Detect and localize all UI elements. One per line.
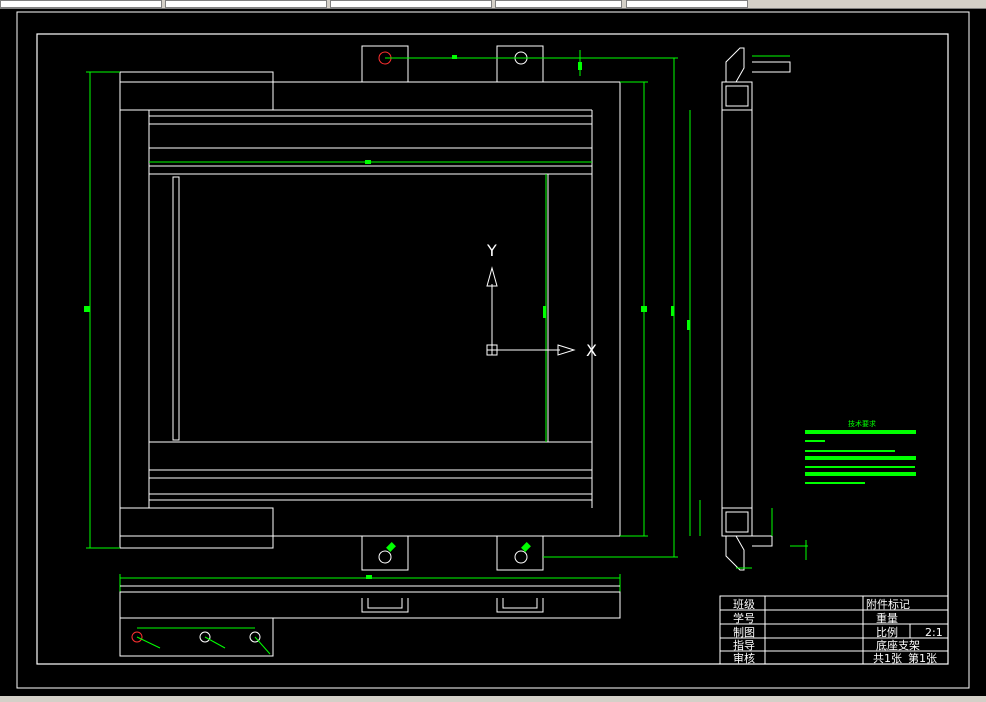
ucs-x-label: X <box>586 341 597 360</box>
toolbar-field-4[interactable] <box>495 0 622 8</box>
bottom-lug-left <box>361 535 409 571</box>
toolbar-field-1[interactable] <box>0 0 162 8</box>
title-block-row2-right: 重量 <box>876 611 898 625</box>
title-block-row1-left: 班级 <box>733 598 755 611</box>
title-block-row3-right: 比例 <box>876 625 898 639</box>
title-block-row5-left: 审核 <box>733 651 755 665</box>
side-view-dimensions <box>736 55 808 569</box>
title-block-sheet-number: 第1张 <box>908 651 937 665</box>
mounting-holes <box>378 51 528 564</box>
cad-drawing-canvas[interactable]: Y X 技术要求 班级 学号 制图 指导 审核 附件标记 重量 比例 2:1 底… <box>0 8 986 696</box>
inner-slot <box>172 176 180 441</box>
ucs-icon <box>486 266 576 356</box>
toolbar-field-3[interactable] <box>330 0 492 8</box>
toolbar-field-2[interactable] <box>165 0 327 8</box>
status-strip <box>0 696 986 702</box>
title-block-row1-right: 附件标记 <box>866 597 910 611</box>
title-block-row3-left: 制图 <box>733 626 755 639</box>
title-block-row4-left: 指导 <box>733 638 755 652</box>
title-block-drawing-name: 底座支架 <box>876 638 920 652</box>
bottom-section-view <box>119 585 621 657</box>
title-block-scale: 2:1 <box>925 626 943 639</box>
hole-bottom-right <box>514 550 528 564</box>
bottom-lug-right <box>496 535 544 571</box>
title-block-row2-left: 学号 <box>733 611 755 625</box>
side-view <box>721 47 791 571</box>
bottom-left-plate <box>119 507 274 549</box>
dimension-lines <box>86 50 701 592</box>
hole-bottom-left <box>378 550 392 564</box>
toolbar-field-5[interactable] <box>626 0 748 8</box>
tech-requirements-title: 技术要求 <box>848 419 876 428</box>
ucs-y-label: Y <box>486 241 497 260</box>
top-left-plate <box>119 71 274 111</box>
title-block-sheet-count: 共1张 <box>873 652 902 665</box>
technical-requirements-note: 技术要求 <box>805 419 916 484</box>
